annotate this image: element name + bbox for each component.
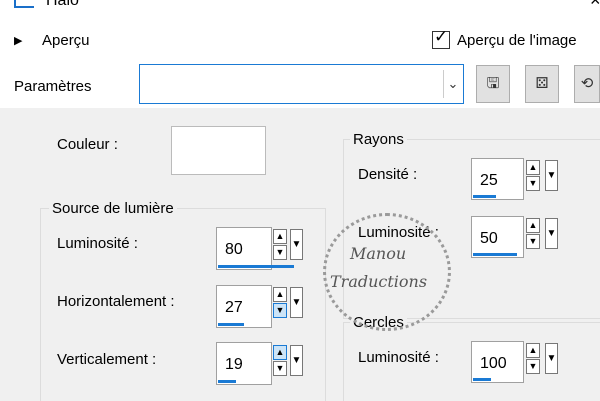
- luminosity-input[interactable]: 80: [216, 227, 294, 270]
- rays-luminosity-spin-up-icon[interactable]: ▲: [526, 218, 540, 233]
- save-preset-button[interactable]: 🖫: [476, 65, 510, 103]
- random-button[interactable]: ⚄: [525, 65, 559, 103]
- rays-luminosity-spin-down-icon[interactable]: ▼: [526, 234, 540, 249]
- rays-luminosity-slider-dropdown-icon[interactable]: ▼: [545, 218, 558, 249]
- close-icon[interactable]: ×: [590, 0, 600, 11]
- rays-luminosity-value: 50: [480, 230, 498, 247]
- horizontal-value: 27: [225, 299, 243, 316]
- luminosity-value: 80: [225, 241, 243, 258]
- parameters-label: Paramètres: [14, 78, 92, 95]
- vertical-value: 19: [225, 356, 243, 373]
- density-level-bar: [473, 195, 496, 198]
- color-swatch[interactable]: [171, 126, 266, 175]
- circles-luminosity-label: Luminosité :: [358, 349, 439, 366]
- luminosity-label: Luminosité :: [57, 235, 138, 252]
- random-dice-icon: ⚄: [535, 75, 549, 92]
- vertical-level-bar: [218, 380, 236, 383]
- luminosity-level-bar: [218, 265, 294, 268]
- circles-luminosity-value: 100: [480, 355, 507, 372]
- expand-triangle-icon[interactable]: ▶: [14, 34, 22, 47]
- circles-luminosity-spin-down-icon[interactable]: ▼: [526, 359, 540, 374]
- horizontal-level-bar: [218, 323, 244, 326]
- horizontal-label: Horizontalement :: [57, 293, 175, 310]
- color-label: Couleur :: [57, 136, 118, 153]
- circles-luminosity-spin-up-icon[interactable]: ▲: [526, 343, 540, 358]
- vertical-spin-down-icon[interactable]: ▼: [273, 361, 287, 376]
- checkmark-icon: ✓: [434, 27, 449, 46]
- horizontal-input[interactable]: 27: [216, 285, 272, 328]
- preset-dropdown[interactable]: [139, 64, 464, 104]
- preview-checkbox-label[interactable]: Aperçu de l'image: [457, 32, 577, 49]
- horizontal-spin-up-icon[interactable]: ▲: [273, 287, 287, 302]
- rays-luminosity-input[interactable]: 50: [471, 216, 524, 258]
- app-icon: [14, 0, 34, 8]
- horizontal-spin-down-icon[interactable]: ▼: [273, 303, 287, 318]
- chevron-down-icon[interactable]: ⌄: [443, 70, 462, 98]
- luminosity-spin-down-icon[interactable]: ▼: [273, 245, 287, 260]
- light-source-title: Source de lumière: [49, 200, 177, 217]
- vertical-input[interactable]: 19: [216, 342, 272, 385]
- title-bar: [0, 0, 600, 22]
- density-value: 25: [480, 172, 498, 189]
- reset-icon: ⟲: [580, 75, 594, 92]
- density-spin-down-icon[interactable]: ▼: [526, 176, 540, 191]
- vertical-slider-dropdown-icon[interactable]: ▼: [290, 345, 303, 376]
- rays-title: Rayons: [350, 131, 407, 148]
- circles-luminosity-slider-dropdown-icon[interactable]: ▼: [545, 343, 558, 374]
- watermark-line-2: Traductions: [330, 272, 428, 291]
- circles-luminosity-level-bar: [473, 378, 491, 381]
- watermark-line-1: Manou: [350, 244, 407, 263]
- luminosity-slider-dropdown-icon[interactable]: ▼: [290, 229, 303, 260]
- vertical-label: Verticalement :: [57, 351, 157, 368]
- preview-section-label[interactable]: Aperçu: [42, 32, 90, 49]
- save-icon: 🖫: [486, 75, 500, 92]
- density-label: Densité :: [358, 166, 418, 183]
- circles-luminosity-input[interactable]: 100: [471, 341, 524, 383]
- reset-button[interactable]: ⟲: [574, 65, 600, 103]
- window-title: Halo: [46, 0, 79, 9]
- horizontal-slider-dropdown-icon[interactable]: ▼: [290, 287, 303, 318]
- vertical-spin-up-icon[interactable]: ▲: [273, 345, 287, 360]
- density-input[interactable]: 25: [471, 158, 524, 200]
- density-spin-up-icon[interactable]: ▲: [526, 160, 540, 175]
- density-slider-dropdown-icon[interactable]: ▼: [545, 160, 558, 191]
- rays-luminosity-level-bar: [473, 253, 517, 256]
- luminosity-spin-up-icon[interactable]: ▲: [273, 229, 287, 244]
